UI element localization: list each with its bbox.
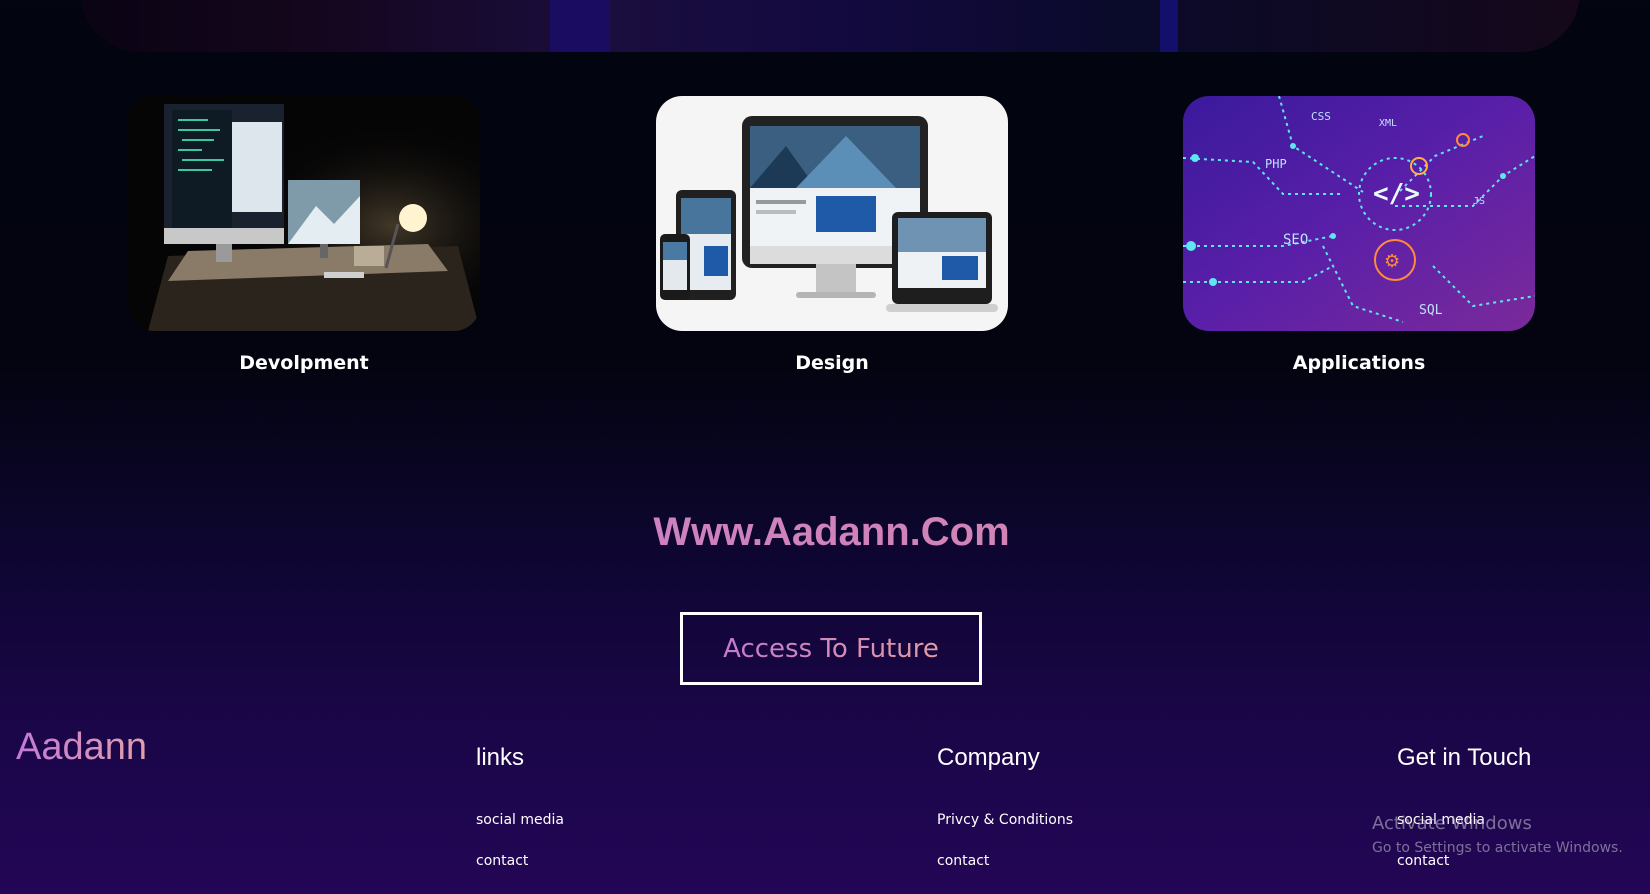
svg-text:CSS: CSS <box>1311 110 1331 123</box>
card-label-design: Design <box>795 352 869 374</box>
footer-link-contact[interactable]: contact <box>476 853 528 869</box>
svg-text:</>: </> <box>1373 179 1420 209</box>
access-to-future-button[interactable]: Access To Future <box>680 612 982 685</box>
footer-column-title: links <box>476 744 525 771</box>
footer-link-privacy-conditions[interactable]: Privcy & Conditions <box>937 812 1073 828</box>
svg-text:PHP: PHP <box>1265 157 1287 171</box>
development-image[interactable] <box>128 96 480 331</box>
svg-text:⚙: ⚙ <box>1384 251 1400 272</box>
footer-column-title: Get in Touch <box>1397 744 1532 771</box>
site-url-heading: Www.Aadann.Com <box>0 510 1650 555</box>
watermark-title: Activate Windows <box>1372 813 1532 834</box>
footer-link-social-media[interactable]: social media <box>476 812 564 828</box>
footer-link-contact[interactable]: contact <box>937 853 989 869</box>
svg-text:SQL: SQL <box>1419 303 1443 318</box>
design-image[interactable] <box>656 96 1008 331</box>
card-label-applications: Applications <box>1292 352 1426 374</box>
access-button-label: Access To Future <box>723 633 939 664</box>
card-label-development: Devolpment <box>239 352 369 374</box>
svg-text:JS: JS <box>1473 196 1485 207</box>
footer-column-title: Company <box>937 744 1040 771</box>
footer-column-links: links social media contact <box>476 744 564 869</box>
svg-text:SEO: SEO <box>1283 232 1308 248</box>
footer-brand-logo[interactable]: Aadann <box>16 726 147 769</box>
footer-column-get-in-touch: Get in Touch social media contact <box>1397 744 1532 869</box>
watermark-subtitle: Go to Settings to activate Windows. <box>1372 840 1623 856</box>
footer-column-company: Company Privcy & Conditions contact <box>937 744 1073 869</box>
svg-text:XML: XML <box>1379 118 1397 129</box>
activate-windows-watermark: Activate Windows Go to Settings to activ… <box>1372 813 1623 856</box>
hero-image-strip <box>80 0 1580 52</box>
applications-image[interactable]: </> ⚙ PHP SEO SQL CSS XML JS <box>1183 96 1535 331</box>
